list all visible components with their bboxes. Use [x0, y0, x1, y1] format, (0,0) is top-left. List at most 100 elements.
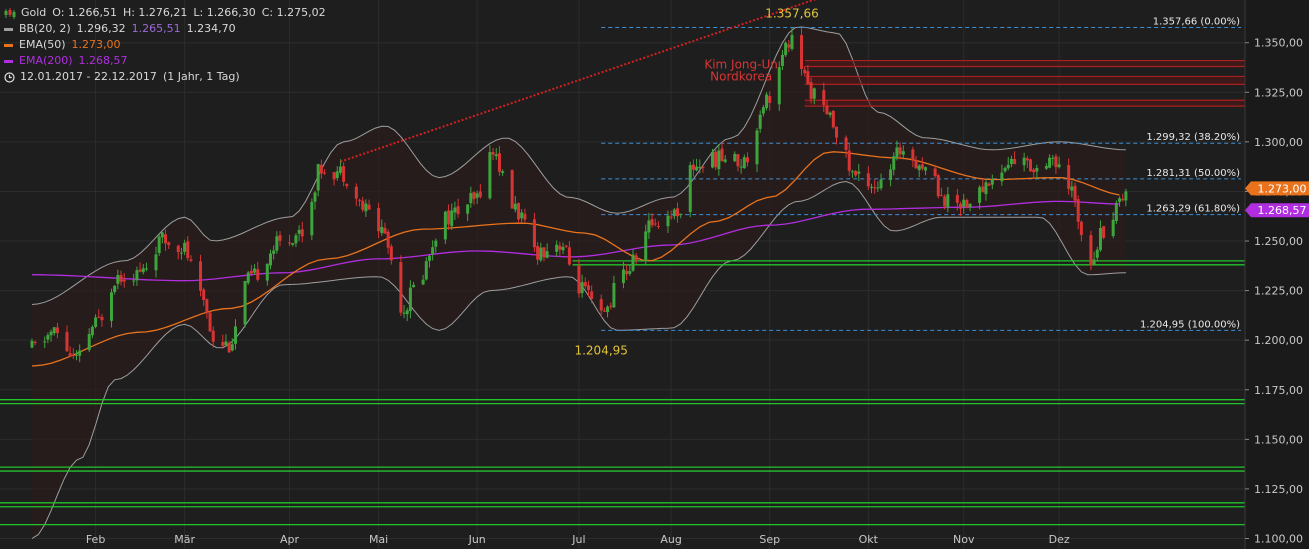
- candle-body: [691, 164, 695, 170]
- candle-body: [959, 203, 963, 209]
- candle-body: [939, 195, 943, 197]
- candle-body: [647, 220, 651, 233]
- annotation-price: 1.204,95: [574, 343, 627, 357]
- candle-body: [119, 275, 123, 282]
- candle-body: [634, 255, 638, 261]
- candle-body: [825, 105, 829, 115]
- candle-body: [609, 305, 613, 307]
- candle-body: [978, 187, 982, 203]
- candle-body: [583, 282, 587, 287]
- candle-body: [291, 243, 295, 245]
- candle-body: [545, 251, 549, 258]
- candle-body: [612, 282, 616, 308]
- candle-body: [809, 82, 813, 99]
- candle-body: [361, 200, 365, 210]
- candle-body: [714, 151, 718, 168]
- candle-body: [211, 330, 215, 342]
- candle-body: [78, 350, 82, 356]
- price-tick-label: 1.300,00: [1254, 136, 1303, 149]
- candle-body: [116, 275, 120, 284]
- legend-period-row[interactable]: 12.01.2017 - 22.12.2017 (1 Jahr, 1 Tag): [4, 69, 326, 85]
- candle-body: [765, 94, 769, 109]
- candle-body: [1029, 159, 1032, 172]
- candle-body: [144, 268, 148, 270]
- price-tick-label: 1.325,00: [1254, 86, 1303, 99]
- candle-body: [367, 204, 371, 210]
- candle-body: [558, 245, 562, 250]
- candle-body: [895, 147, 899, 158]
- candle-body: [167, 242, 171, 245]
- candle-body: [55, 327, 59, 334]
- ohlc-low: L: 1.266,30: [193, 6, 256, 19]
- period-interval: (1 Jahr, 1 Tag): [162, 70, 240, 83]
- candle-body: [736, 154, 740, 167]
- candle-body: [1114, 202, 1118, 222]
- candle-body: [1102, 226, 1106, 238]
- candle-body: [987, 183, 991, 186]
- candle-body: [1035, 167, 1039, 172]
- candle-body: [383, 227, 387, 234]
- legend-bb-row[interactable]: BB(20, 2) 1.296,32 1.265,51 1.234,70: [4, 21, 326, 37]
- candle-body: [478, 191, 482, 197]
- candle-body: [256, 269, 260, 280]
- ema200-swatch: [4, 59, 13, 63]
- candle-body: [475, 193, 479, 198]
- candle-body: [911, 149, 915, 161]
- candle-body: [539, 247, 543, 261]
- candle-body: [666, 215, 670, 227]
- candle-body: [984, 182, 988, 195]
- ema50-label: EMA(50): [19, 38, 66, 51]
- candle-body: [501, 171, 505, 173]
- candle-body: [520, 212, 524, 219]
- candle-body: [1006, 164, 1010, 169]
- candle-body: [920, 164, 924, 169]
- candle-body: [443, 211, 447, 240]
- legend-ema200-row[interactable]: EMA(200) 1.268,57: [4, 53, 326, 69]
- candle-body: [113, 285, 117, 293]
- candle-body: [1095, 249, 1099, 258]
- candle-body: [386, 231, 390, 248]
- candle-body: [1073, 185, 1077, 201]
- month-label: Feb: [86, 533, 105, 546]
- fib-label: 1.204,95 (100.00%): [1140, 319, 1240, 330]
- candle-body: [49, 331, 53, 336]
- bb-lower-value: 1.234,70: [186, 22, 236, 35]
- candle-body: [297, 229, 301, 234]
- candle-body: [1025, 158, 1029, 161]
- candle-body: [745, 157, 749, 163]
- candlestick-icon: [4, 7, 16, 19]
- ohlc-open: O: 1.266,51: [52, 6, 117, 19]
- candle-body: [157, 236, 161, 254]
- candle-body: [780, 54, 784, 66]
- candle-body: [688, 165, 692, 213]
- candle-body: [33, 341, 37, 343]
- candle-body: [1000, 172, 1004, 182]
- candle-body: [784, 42, 788, 56]
- candle-body: [532, 219, 536, 248]
- candle-body: [205, 299, 209, 313]
- candle-body: [68, 353, 72, 357]
- candle-body: [1044, 166, 1048, 169]
- candle-body: [183, 242, 187, 252]
- candle-body: [412, 284, 416, 288]
- ohlc-high: H: 1.276,21: [122, 6, 188, 19]
- candle-body: [100, 316, 104, 321]
- candle-body: [590, 291, 594, 299]
- candle-body: [332, 172, 336, 180]
- candle-body: [631, 254, 635, 271]
- candle-body: [224, 341, 228, 346]
- candle-body: [876, 187, 880, 189]
- candle-body: [43, 341, 47, 343]
- legend-ema50-row[interactable]: EMA(50) 1.273,00: [4, 37, 326, 53]
- fib-label: 1.357,66 (0.00%): [1153, 17, 1240, 28]
- candle-body: [30, 340, 34, 348]
- candle-body: [650, 219, 654, 226]
- price-tag-label: 1.273,00: [1258, 182, 1307, 195]
- candle-body: [621, 269, 625, 284]
- candle-body: [97, 316, 101, 318]
- candle-body: [208, 312, 212, 332]
- bb-upper-value: 1.296,32: [76, 22, 126, 35]
- candle-body: [602, 310, 606, 312]
- candle-body: [164, 234, 168, 244]
- candle-body: [310, 201, 314, 236]
